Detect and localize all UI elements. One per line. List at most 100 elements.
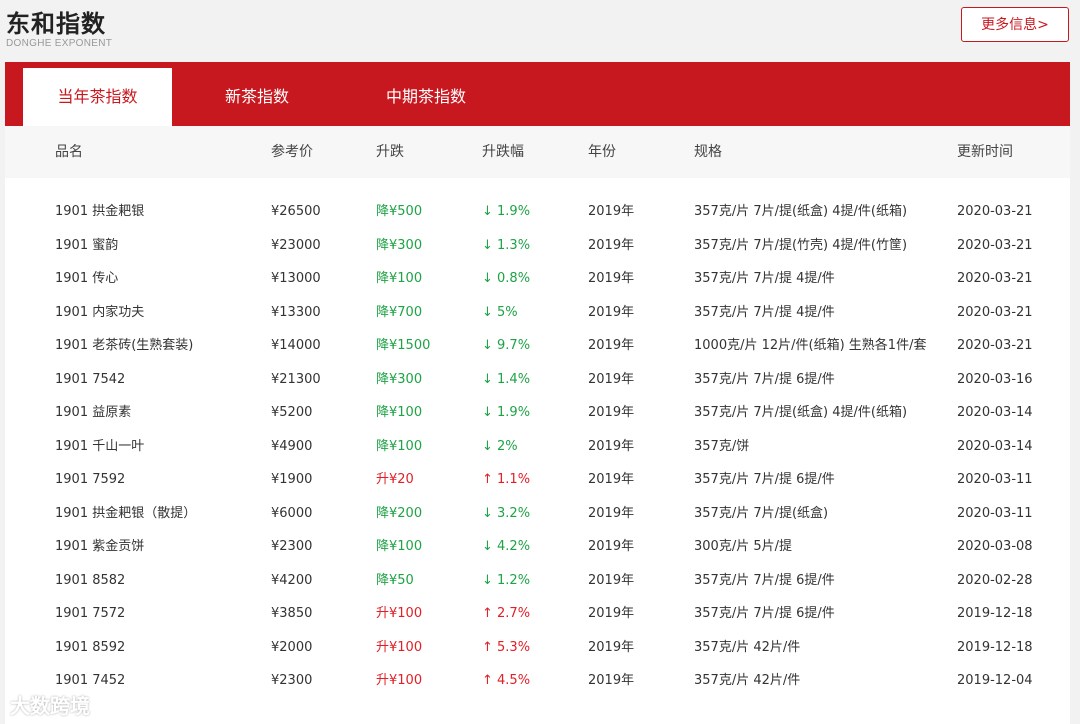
more-info-button[interactable]: 更多信息> — [961, 7, 1069, 42]
cell-updated: 2019-12-04 — [957, 673, 1033, 688]
cell-change-pct: ↓ 1.9% — [482, 405, 531, 420]
cell-year: 2019年 — [588, 539, 635, 554]
cell-spec: 357克/饼 — [694, 438, 750, 454]
page-header: 东和指数 DONGHE EXPONENT 更多信息> — [0, 0, 1080, 62]
tab-bar: 当年茶指数 新茶指数 中期茶指数 — [5, 62, 1070, 126]
cell-name: 1901 7592 — [55, 472, 126, 487]
cell-year: 2019年 — [588, 639, 635, 655]
table-row[interactable]: 1901 7592 ¥1900 升¥20 ↑ 1.1% 2019年 357克/片 7片/提… — [5, 469, 1070, 503]
tab-mid-term-tea[interactable]: 中期茶指数 — [351, 68, 501, 126]
column-header-price: 参考价 — [271, 144, 313, 160]
cell-change: 降¥100 — [376, 438, 423, 454]
cell-year: 2019年 — [588, 673, 635, 688]
table-row[interactable]: 1901 8582 ¥4200 降¥50 ↓ 1.2% 2019年 357克/片 7片/提… — [5, 570, 1070, 604]
table-row[interactable]: 1901 7572 ¥3850 升¥100 ↑ 2.7% 2019年 357克/片 7片/… — [5, 603, 1070, 637]
tab-new-tea[interactable]: 新茶指数 — [185, 68, 329, 126]
table-row[interactable]: 1901 内家功夫 ¥13300 降¥700 ↓ 5% 2019年 357克/片 7片/提… — [5, 302, 1070, 336]
cell-name: 1901 7542 — [55, 371, 126, 387]
cell-spec: 357克/片 7片/提 6提/件 — [694, 572, 835, 588]
table-row[interactable]: 1901 千山一叶 ¥4900 降¥100 ↓ 2% 2019年 357克/饼 2020-0… — [5, 436, 1070, 470]
cell-change-pct: ↑ 2.7% — [482, 606, 531, 621]
cell-name: 1901 千山一叶 — [55, 438, 145, 454]
table-row[interactable]: 1901 传心 ¥13000 降¥100 ↓ 0.8% 2019年 357克/片 7片/提… — [5, 268, 1070, 302]
cell-change-pct: ↓ 1.3% — [482, 237, 531, 253]
cell-change: 降¥300 — [376, 237, 423, 253]
cell-change: 降¥700 — [376, 304, 423, 320]
cell-price: ¥2300 — [271, 673, 313, 688]
column-header-change: 升跌 — [376, 144, 404, 160]
cell-updated: 2020-03-11 — [957, 505, 1033, 521]
cell-updated: 2020-03-16 — [957, 371, 1033, 387]
cell-updated: 2020-03-21 — [957, 338, 1033, 353]
cell-spec: 357克/片 42片/件 — [694, 673, 801, 688]
cell-price: ¥2000 — [271, 639, 313, 655]
table-row[interactable]: 1901 7542 ¥21300 降¥300 ↓ 1.4% 2019年 357克/片 7片… — [5, 369, 1070, 403]
table-row[interactable]: 1901 益原素 ¥5200 降¥100 ↓ 1.9% 2019年 357克/片 7片/提… — [5, 402, 1070, 436]
cell-name: 1901 8582 — [55, 572, 126, 588]
tab-current-year-tea[interactable]: 当年茶指数 — [23, 68, 172, 126]
cell-price: ¥13300 — [271, 304, 321, 320]
table-row[interactable]: 1901 7452 ¥2300 升¥100 ↑ 4.5% 2019年 357克/片 42片… — [5, 670, 1070, 704]
cell-year: 2019年 — [588, 271, 635, 286]
cell-price: ¥3850 — [271, 606, 313, 621]
table-row[interactable]: 1901 拱金耙银 ¥26500 降¥500 ↓ 1.9% 2019年 357克/片 7片… — [5, 201, 1070, 235]
cell-change-pct: ↓ 2% — [482, 438, 518, 454]
page-subtitle: DONGHE EXPONENT — [6, 38, 113, 49]
cell-price: ¥6000 — [271, 505, 313, 521]
cell-spec: 357克/片 7片/提(纸盒) 4提/件(纸箱) — [694, 405, 908, 420]
cell-spec: 357克/片 7片/提 4提/件 — [694, 271, 835, 286]
cell-name: 1901 传心 — [55, 271, 119, 286]
cell-change-pct: ↑ 4.5% — [482, 673, 531, 688]
column-header-name: 品名 — [55, 144, 83, 160]
cell-change-pct: ↑ 1.1% — [482, 472, 531, 487]
cell-price: ¥4200 — [271, 572, 313, 588]
cell-price: ¥1900 — [271, 472, 313, 487]
cell-price: ¥23000 — [271, 237, 321, 253]
cell-change: 降¥200 — [376, 505, 423, 521]
cell-name: 1901 蜜韵 — [55, 237, 119, 253]
cell-name: 1901 8592 — [55, 639, 126, 655]
cell-change: 升¥100 — [376, 639, 423, 655]
cell-name: 1901 紫金贡饼 — [55, 539, 145, 554]
cell-price: ¥26500 — [271, 204, 321, 219]
table-row[interactable]: 1901 8592 ¥2000 升¥100 ↑ 5.3% 2019年 357克/片 42片… — [5, 637, 1070, 671]
cell-change: 降¥100 — [376, 271, 423, 286]
table-header: 品名 参考价 升跌 升跌幅 年份 规格 更新时间 — [5, 126, 1070, 178]
cell-year: 2019年 — [588, 472, 635, 487]
cell-year: 2019年 — [588, 338, 635, 353]
cell-year: 2019年 — [588, 371, 635, 387]
cell-spec: 357克/片 7片/提(竹壳) 4提/件(竹筐) — [694, 237, 908, 253]
cell-year: 2019年 — [588, 237, 635, 253]
cell-change: 降¥100 — [376, 405, 423, 420]
cell-updated: 2020-03-08 — [957, 539, 1033, 554]
page-title: 东和指数 — [6, 10, 106, 38]
cell-change: 升¥20 — [376, 472, 414, 487]
cell-price: ¥2300 — [271, 539, 313, 554]
cell-price: ¥4900 — [271, 438, 313, 454]
cell-spec: 357克/片 7片/提 6提/件 — [694, 472, 835, 487]
cell-change: 升¥100 — [376, 673, 423, 688]
cell-updated: 2020-03-21 — [957, 204, 1033, 219]
table-row[interactable]: 1901 蜜韵 ¥23000 降¥300 ↓ 1.3% 2019年 357克/片 7片/提… — [5, 235, 1070, 269]
cell-change: 降¥500 — [376, 204, 423, 219]
cell-name: 1901 益原素 — [55, 405, 132, 420]
cell-year: 2019年 — [588, 572, 635, 588]
cell-change-pct: ↓ 4.2% — [482, 539, 531, 554]
cell-spec: 357克/片 42片/件 — [694, 639, 801, 655]
cell-year: 2019年 — [588, 204, 635, 219]
cell-change-pct: ↓ 1.9% — [482, 204, 531, 219]
table-row[interactable]: 1901 老茶砖(生熟套装) ¥14000 降¥1500 ↓ 9.7% 2019年 100… — [5, 335, 1070, 369]
cell-change-pct: ↓ 5% — [482, 304, 518, 320]
cell-change-pct: ↑ 5.3% — [482, 639, 531, 655]
cell-spec: 357克/片 7片/提 6提/件 — [694, 606, 835, 621]
cell-change-pct: ↓ 0.8% — [482, 271, 531, 286]
cell-updated: 2019-12-18 — [957, 639, 1033, 655]
cell-year: 2019年 — [588, 606, 635, 621]
cell-change: 降¥50 — [376, 572, 414, 588]
cell-year: 2019年 — [588, 405, 635, 420]
cell-price: ¥13000 — [271, 271, 321, 286]
cell-updated: 2020-03-21 — [957, 237, 1033, 253]
table-row[interactable]: 1901 紫金贡饼 ¥2300 降¥100 ↓ 4.2% 2019年 300克/片 5片/… — [5, 536, 1070, 570]
cell-change-pct: ↓ 9.7% — [482, 338, 531, 353]
table-row[interactable]: 1901 拱金耙银（散提） ¥6000 降¥200 ↓ 3.2% 2019年 357克/片… — [5, 503, 1070, 537]
